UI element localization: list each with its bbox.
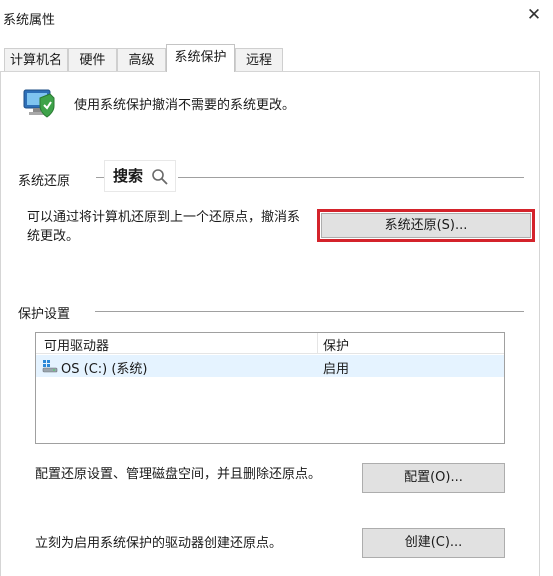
search-overlay: 搜索 — [104, 160, 176, 192]
tab-system-protection[interactable]: 系统保护 — [166, 44, 235, 72]
window-title: 系统属性 — [3, 13, 56, 28]
column-separator[interactable] — [317, 333, 318, 353]
create-button-label: 创建(C)... — [404, 535, 463, 550]
system-restore-button[interactable]: 系统还原(S)... — [321, 213, 531, 238]
column-header-drives[interactable]: 可用驱动器 — [44, 335, 109, 354]
protection-section-heading: 保护设置 — [18, 307, 71, 322]
restore-section-divider-left — [96, 177, 104, 178]
tab-hardware[interactable]: 硬件 — [68, 48, 117, 71]
drive-name: OS (C:) (系统) — [61, 362, 148, 377]
configure-description: 配置还原设置、管理磁盘空间，并且删除还原点。 — [35, 467, 322, 482]
drive-protection-status: 启用 — [323, 362, 350, 377]
system-protection-icon — [20, 84, 56, 120]
tab-remote[interactable]: 远程 — [235, 48, 283, 71]
create-button[interactable]: 创建(C)... — [362, 528, 505, 558]
protection-section-divider — [95, 311, 524, 312]
tab-panel — [0, 71, 540, 576]
tab-computer-name[interactable]: 计算机名 — [4, 48, 68, 71]
configure-button-label: 配置(O)... — [404, 470, 463, 485]
column-header-protection[interactable]: 保护 — [323, 335, 349, 354]
configure-button[interactable]: 配置(O)... — [362, 463, 505, 493]
intro-text: 使用系统保护撤消不需要的系统更改。 — [74, 98, 296, 113]
close-icon[interactable]: ✕ — [523, 4, 545, 26]
search-overlay-label: 搜索 — [113, 167, 144, 185]
restore-section-heading: 系统还原 — [18, 174, 71, 189]
restore-description: 可以通过将计算机还原到上一个还原点，撤消系 统更改。 — [27, 208, 327, 246]
restore-description-line-1: 可以通过将计算机还原到上一个还原点，撤消系 — [27, 210, 301, 225]
restore-section-divider — [178, 177, 524, 178]
drive-icon — [42, 359, 58, 373]
drive-list[interactable]: 可用驱动器 保护 OS (C:) (系统) 启用 — [35, 332, 505, 444]
table-row[interactable]: OS (C:) (系统) 启用 — [36, 355, 504, 377]
system-restore-button-label: 系统还原(S)... — [384, 218, 468, 233]
tab-advanced[interactable]: 高级 — [117, 48, 166, 71]
search-icon — [152, 169, 168, 185]
drive-list-header: 可用驱动器 保护 — [36, 333, 504, 354]
restore-description-line-2: 统更改。 — [27, 229, 80, 244]
create-description: 立刻为启用系统保护的驱动器创建还原点。 — [35, 536, 283, 551]
title-bar: 系统属性 ✕ — [0, 0, 553, 38]
